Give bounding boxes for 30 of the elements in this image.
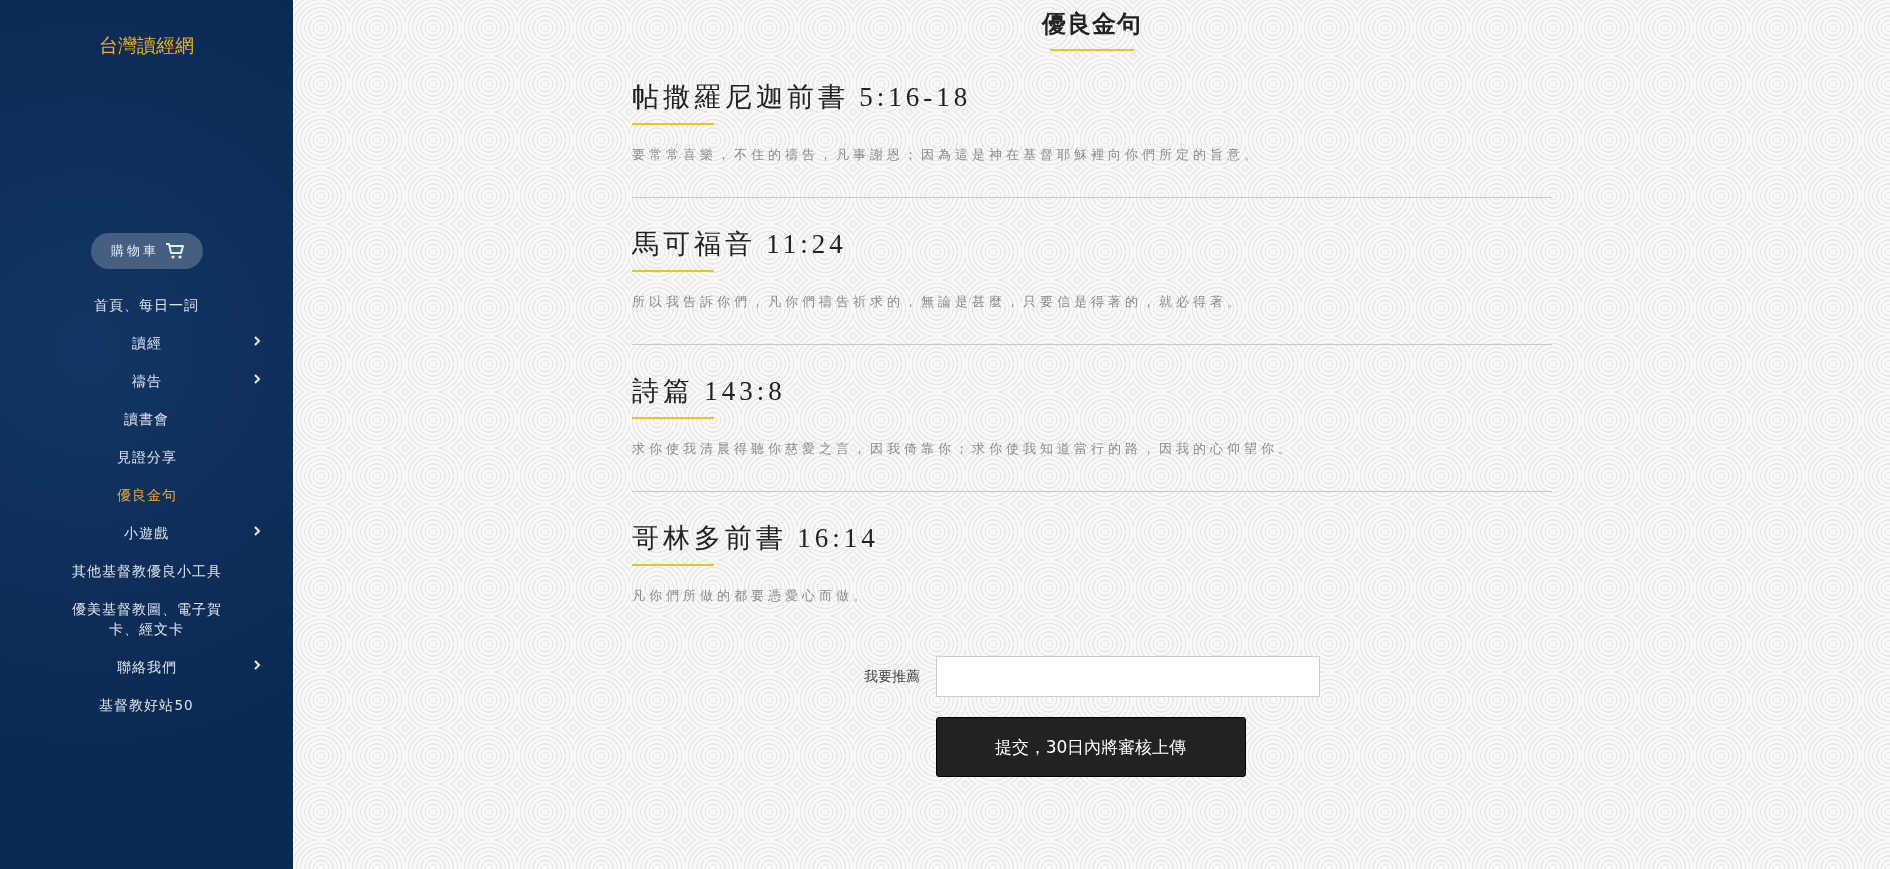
verse-reference: 詩篇 143:8 (631, 375, 786, 408)
cart-button[interactable]: 購物車 (90, 233, 203, 269)
menu-item[interactable]: 優美基督教圖、電子賀卡、經文卡 (62, 599, 231, 639)
menu-item[interactable]: 讀書會 (124, 409, 169, 429)
chevron-right-icon[interactable] (253, 336, 261, 346)
menu-item[interactable]: 首頁、每日一詞 (94, 295, 199, 315)
cart-icon (164, 242, 185, 260)
field-label: 我要推薦 (863, 667, 920, 686)
verse-reference: 帖撒羅尼迦前書 5:16-18 (631, 81, 972, 114)
menu-item[interactable]: 其他基督教優良小工具 (71, 561, 222, 581)
menu-item[interactable]: 聯絡我們 (116, 657, 177, 677)
menu-item[interactable]: 小遊戲 (124, 523, 169, 543)
page-title: 優良金句 (1041, 9, 1142, 40)
menu-item[interactable]: 讀經 (131, 333, 162, 353)
submit-button[interactable]: 提交，30日內將審核上傳 (935, 717, 1246, 777)
recommend-field[interactable] (935, 656, 1320, 697)
verse-text: 所以我告訴你們，凡你們禱告祈求的，無論是甚麼，只要信是得著的，就必得著。 (631, 293, 1245, 311)
verse-reference: 哥林多前書 16:14 (631, 522, 879, 555)
verse-reference: 馬可福音 11:24 (631, 228, 847, 261)
verse-text: 凡你們所做的都要憑愛心而做。 (631, 587, 871, 605)
menu-item[interactable]: 基督教好站50 (99, 695, 194, 715)
chevron-right-icon[interactable] (253, 526, 261, 536)
verse-text: 求你使我清晨得聽你慈愛之言，因我倚靠你；求你使我知道當行的路，因我的心仰望你。 (631, 440, 1296, 458)
chevron-right-icon[interactable] (253, 660, 261, 670)
menu-item[interactable]: 禱告 (131, 371, 162, 391)
chevron-right-icon[interactable] (253, 374, 261, 384)
menu-item[interactable]: 見證分享 (116, 447, 177, 467)
menu-item[interactable]: 優良金句 (116, 485, 177, 505)
verse-text: 要常常喜樂，不住的禱告，凡事謝恩；因為這是神在基督耶穌裡向你們所定的旨意。 (631, 146, 1262, 164)
site-logo[interactable]: 台灣讀經網 (99, 33, 194, 59)
